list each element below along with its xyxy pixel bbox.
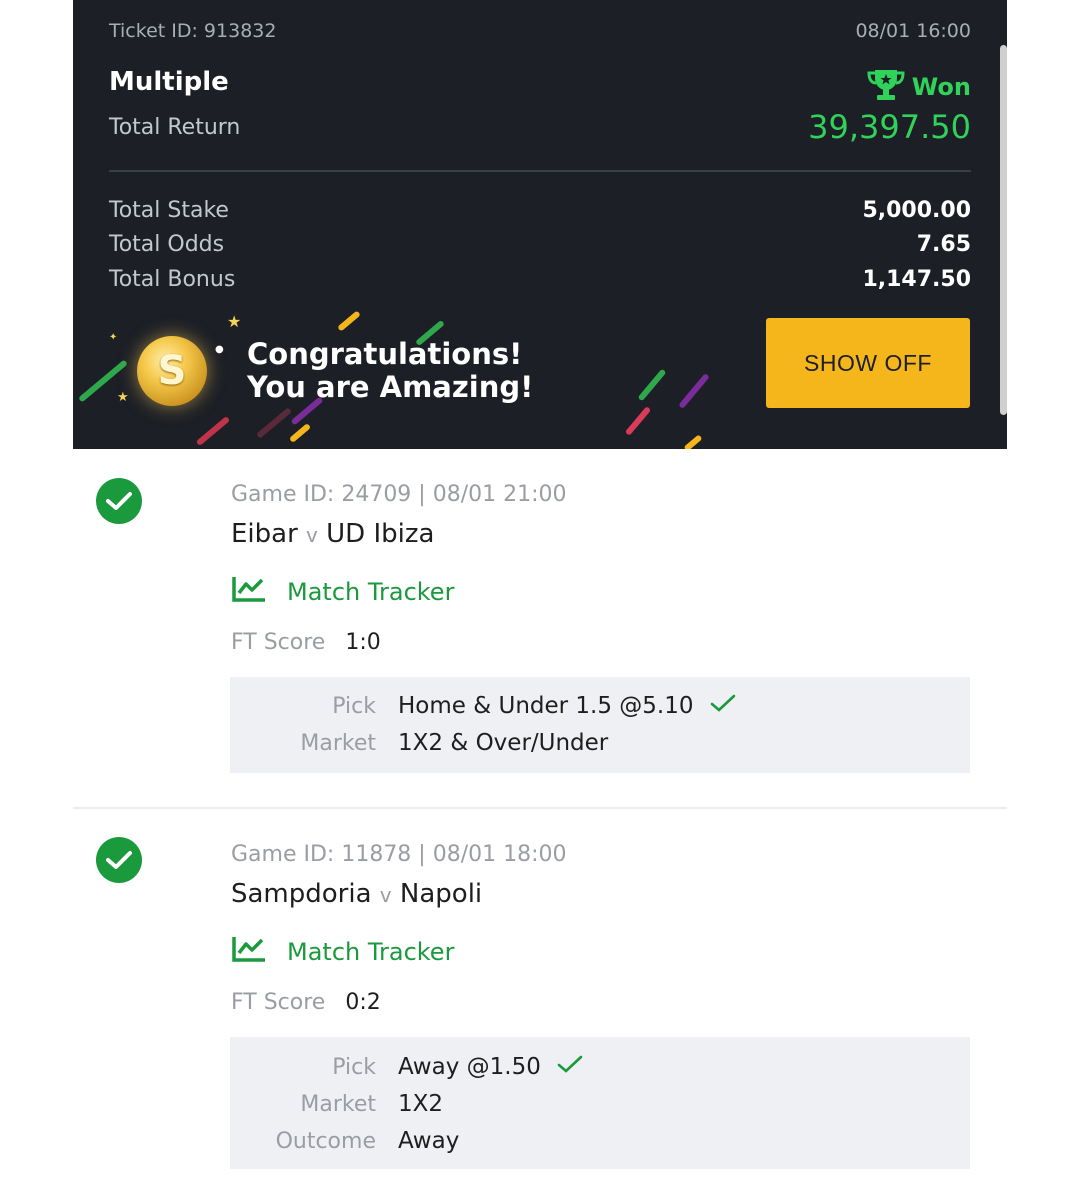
home-team: Eibar bbox=[231, 519, 298, 549]
market-label: Market bbox=[300, 1091, 376, 1117]
ticket-summary: Ticket ID: 913832 08/01 16:00 Multiple W… bbox=[73, 0, 1007, 449]
star-icon: ● bbox=[215, 344, 224, 355]
outcome-label: Outcome bbox=[275, 1128, 376, 1154]
pick-row: Pick Away @1.50 bbox=[230, 1049, 970, 1085]
confetti-stripe bbox=[195, 415, 231, 447]
match-tracker-link[interactable]: Match Tracker bbox=[231, 575, 454, 609]
confetti-stripe bbox=[624, 406, 652, 436]
congrats-text: Congratulations! You are Amazing! bbox=[247, 338, 533, 404]
pick-details: Pick Away @1.50 Market 1X2 Outcome Away bbox=[230, 1037, 970, 1169]
match-tracker-label: Match Tracker bbox=[287, 938, 455, 966]
chart-icon bbox=[231, 935, 267, 969]
confetti-stripe bbox=[683, 434, 703, 449]
ticket-datetime: 08/01 16:00 bbox=[855, 20, 971, 42]
checkmark-icon bbox=[710, 693, 736, 719]
total-stake-label: Total Stake bbox=[109, 197, 229, 223]
pick-row: Pick Home & Under 1.5 @5.10 bbox=[230, 688, 970, 724]
pick-text: Home & Under 1.5 @5.10 bbox=[398, 693, 694, 719]
divider bbox=[109, 170, 971, 172]
chart-icon bbox=[231, 575, 267, 609]
total-stake-row: Total Stake 5,000.00 bbox=[109, 194, 971, 226]
pick-value: Away @1.50 bbox=[398, 1054, 583, 1080]
check-circle-icon bbox=[96, 478, 142, 524]
confetti-stripe bbox=[637, 368, 667, 402]
total-bonus-label: Total Bonus bbox=[109, 266, 236, 292]
status-badge: Won bbox=[866, 68, 971, 106]
checkmark-icon bbox=[557, 1054, 583, 1080]
total-bonus-row: Total Bonus 1,147.50 bbox=[109, 263, 971, 295]
match-title: Sampdoria v Napoli bbox=[231, 879, 482, 909]
away-team: Napoli bbox=[399, 879, 483, 909]
star-icon: ✦ bbox=[109, 332, 118, 343]
away-team: UD Ibiza bbox=[326, 519, 435, 549]
ft-score-value: 0:2 bbox=[345, 990, 381, 1015]
ft-score: FT Score 1:0 bbox=[231, 630, 381, 655]
show-off-button[interactable]: SHOW OFF bbox=[766, 318, 970, 408]
ticket-id: Ticket ID: 913832 bbox=[109, 20, 277, 42]
total-return-label: Total Return bbox=[109, 115, 241, 140]
ft-score: FT Score 0:2 bbox=[231, 990, 381, 1015]
market-value: 1X2 bbox=[398, 1091, 444, 1117]
outcome-row: Outcome Away bbox=[230, 1123, 970, 1159]
ft-score-value: 1:0 bbox=[345, 630, 381, 655]
congrats-banner: ★ ★ ✦ ● S Congratulations! You are Amazi… bbox=[73, 300, 1007, 449]
selection-2: Game ID: 11878 | 08/01 18:00 Sampdoria v… bbox=[73, 809, 1007, 1200]
outcome-value: Away bbox=[398, 1128, 460, 1154]
total-bonus-value: 1,147.50 bbox=[862, 266, 971, 292]
home-team: Sampdoria bbox=[231, 879, 372, 909]
congrats-line2: You are Amazing! bbox=[247, 370, 534, 404]
ft-score-label: FT Score bbox=[231, 990, 326, 1015]
game-id: Game ID: 11878 | 08/01 18:00 bbox=[231, 842, 567, 867]
market-value: 1X2 & Over/Under bbox=[398, 730, 609, 756]
confetti-stripe bbox=[288, 422, 312, 444]
pick-details: Pick Home & Under 1.5 @5.10 Market 1X2 &… bbox=[230, 677, 970, 773]
confetti-stripe bbox=[337, 310, 361, 332]
pick-label: Pick bbox=[332, 1054, 376, 1080]
star-icon: ★ bbox=[227, 312, 242, 331]
selection-1: Game ID: 24709 | 08/01 21:00 Eibar v UD … bbox=[73, 449, 1007, 807]
coin-symbol: S bbox=[157, 348, 187, 394]
trophy-icon bbox=[866, 68, 906, 106]
coin-icon: S bbox=[137, 336, 207, 406]
ft-score-label: FT Score bbox=[231, 630, 326, 655]
total-return-value: 39,397.50 bbox=[808, 108, 971, 146]
match-tracker-label: Match Tracker bbox=[287, 578, 455, 606]
check-circle-icon bbox=[96, 837, 142, 883]
pick-text: Away @1.50 bbox=[398, 1054, 541, 1080]
status-won-label: Won bbox=[911, 73, 971, 101]
total-odds-label: Total Odds bbox=[109, 231, 225, 257]
game-id: Game ID: 24709 | 08/01 21:00 bbox=[231, 482, 567, 507]
match-title: Eibar v UD Ibiza bbox=[231, 519, 434, 549]
versus-label: v bbox=[306, 523, 318, 547]
total-odds-row: Total Odds 7.65 bbox=[109, 228, 971, 260]
confetti-stripe bbox=[255, 407, 293, 439]
versus-label: v bbox=[379, 883, 392, 907]
match-tracker-link[interactable]: Match Tracker bbox=[231, 935, 454, 969]
bet-type: Multiple bbox=[109, 67, 229, 97]
congrats-line1: Congratulations! bbox=[247, 337, 523, 371]
pick-label: Pick bbox=[332, 693, 376, 719]
star-icon: ★ bbox=[117, 390, 129, 405]
market-row: Market 1X2 bbox=[230, 1086, 970, 1122]
total-stake-value: 5,000.00 bbox=[862, 197, 971, 223]
confetti-stripe bbox=[678, 372, 710, 410]
total-odds-value: 7.65 bbox=[916, 231, 971, 257]
market-label: Market bbox=[300, 730, 376, 756]
pick-value: Home & Under 1.5 @5.10 bbox=[398, 693, 736, 719]
market-row: Market 1X2 & Over/Under bbox=[230, 725, 970, 761]
